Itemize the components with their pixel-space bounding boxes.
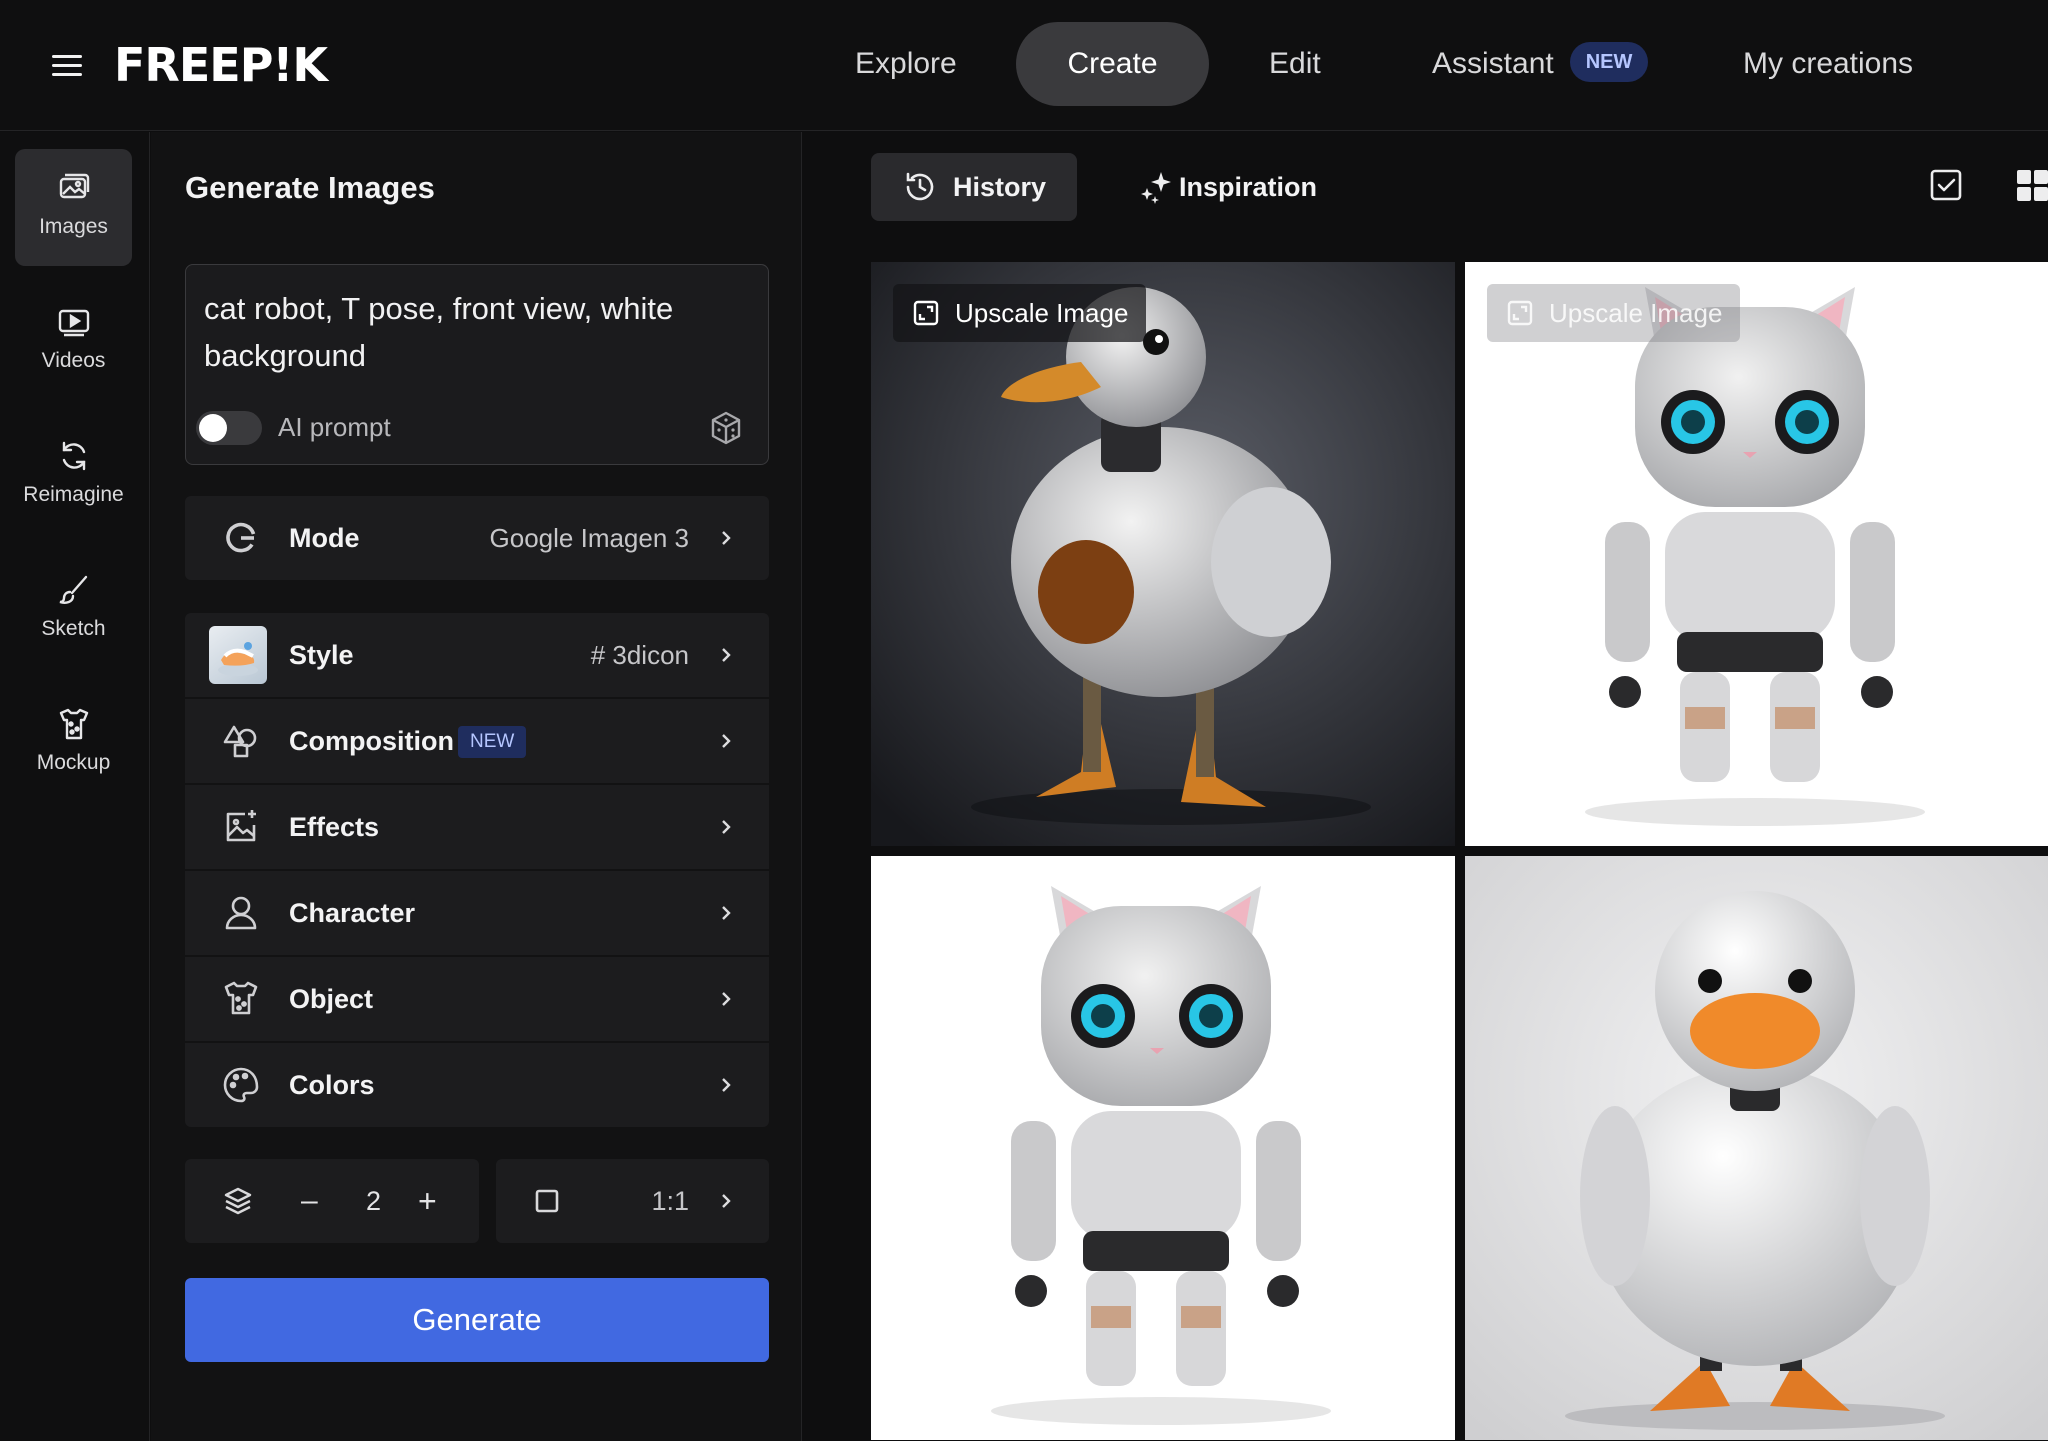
generate-button[interactable]: Generate xyxy=(185,1278,769,1362)
image-card[interactable] xyxy=(1465,856,2048,1440)
chevron-right-icon xyxy=(722,992,731,1006)
character-label: Character xyxy=(289,898,416,928)
expand-icon xyxy=(913,300,939,326)
upscale-image-button[interactable]: Upscale Image xyxy=(893,284,1147,342)
select-checkbox-icon[interactable] xyxy=(1929,168,1963,202)
composition-selector[interactable]: Composition NEW xyxy=(185,699,769,783)
square-icon xyxy=(535,1189,559,1213)
effects-label: Effects xyxy=(289,812,380,842)
chevron-right-icon xyxy=(722,648,731,662)
image-card[interactable]: Upscale Image xyxy=(871,262,1455,846)
colors-label: Colors xyxy=(289,1070,375,1100)
tab-history-label: History xyxy=(953,172,1047,202)
palette-icon xyxy=(223,1067,259,1103)
colors-selector[interactable]: Colors xyxy=(185,1043,769,1127)
prompt-box[interactable]: cat robot, T pose, front view, white bac… xyxy=(185,264,769,465)
object-label: Object xyxy=(289,984,374,1014)
quantity-value: 2 xyxy=(366,1186,382,1216)
chevron-right-icon xyxy=(722,906,731,920)
rail-label: Images xyxy=(39,215,108,238)
robot-duck-image xyxy=(871,262,1455,846)
sparkles-icon xyxy=(1141,172,1171,204)
grid-view-icon[interactable] xyxy=(2015,168,2048,202)
composition-label: Composition xyxy=(289,726,454,756)
chevron-right-icon xyxy=(722,734,731,748)
image-card[interactable]: Upscale Image xyxy=(1465,262,2048,846)
image-card[interactable] xyxy=(871,856,1455,1440)
cat-robot-image xyxy=(871,856,1455,1440)
style-thumbnail xyxy=(209,626,267,684)
rail-item-sketch[interactable]: Sketch xyxy=(15,551,132,668)
quantity-stepper: – 2 + xyxy=(185,1159,479,1243)
upscale-label: Upscale Image xyxy=(955,298,1129,328)
rail-item-mockup[interactable]: Mockup xyxy=(15,685,132,802)
shirt-icon xyxy=(224,981,258,1015)
dice-icon[interactable] xyxy=(708,410,744,446)
ai-prompt-toggle[interactable] xyxy=(196,411,262,445)
style-value: # 3dicon xyxy=(590,640,689,670)
menu-icon[interactable] xyxy=(52,55,82,77)
ai-prompt-label: AI prompt xyxy=(278,412,391,442)
chevron-right-icon xyxy=(722,1078,731,1092)
decrement-button[interactable]: – xyxy=(301,1159,318,1243)
expand-icon xyxy=(1507,300,1533,326)
chevron-right-icon xyxy=(722,531,731,545)
history-icon xyxy=(906,172,934,201)
mode-label: Mode xyxy=(289,523,360,553)
rail-label: Reimagine xyxy=(23,483,124,506)
nav-assistant-label: Assistant xyxy=(1432,47,1554,80)
increment-button[interactable]: + xyxy=(418,1159,437,1243)
mode-value: Google Imagen 3 xyxy=(489,523,689,553)
top-bar: FREEP!K Explore Create Edit Assistant NEW… xyxy=(0,0,2048,131)
generate-panel: Generate Images cat robot, T pose, front… xyxy=(151,132,802,1441)
images-icon xyxy=(59,173,89,199)
nav-create[interactable]: Create xyxy=(1016,22,1209,106)
freepik-logo[interactable]: FREEP!K xyxy=(114,36,328,94)
style-selector[interactable]: Style # 3dicon xyxy=(185,613,769,697)
aspect-ratio-value: 1:1 xyxy=(651,1186,689,1216)
rail-label: Sketch xyxy=(41,617,106,640)
tab-inspiration[interactable]: Inspiration xyxy=(1125,153,1317,221)
chevron-right-icon xyxy=(722,820,731,834)
tab-inspiration-label: Inspiration xyxy=(1179,172,1318,202)
mode-selector[interactable]: Mode Google Imagen 3 xyxy=(185,496,769,580)
upscale-label: Upscale Image xyxy=(1549,298,1723,328)
upscale-image-button[interactable]: Upscale Image xyxy=(1487,284,1741,342)
layers-icon xyxy=(224,1187,252,1215)
shapes-icon xyxy=(223,725,257,758)
character-selector[interactable]: Character xyxy=(185,871,769,955)
gallery: History Inspiration Upscale Image Upscal… xyxy=(803,132,2048,1441)
rail-label: Mockup xyxy=(36,751,111,774)
rail-item-reimagine[interactable]: Reimagine xyxy=(15,417,132,534)
refresh-icon xyxy=(62,441,85,471)
nav-explore[interactable]: Explore xyxy=(805,22,1007,106)
left-rail: Images Videos Reimagine Sketch Mockup xyxy=(0,132,150,1441)
aspect-ratio-selector[interactable]: 1:1 xyxy=(496,1159,769,1243)
google-icon xyxy=(226,522,256,553)
effects-selector[interactable]: Effects xyxy=(185,785,769,869)
cat-robot-image xyxy=(1465,262,2048,846)
nav-assistant[interactable]: Assistant NEW xyxy=(1382,22,1649,106)
video-icon xyxy=(58,309,89,337)
object-selector[interactable]: Object xyxy=(185,957,769,1041)
panel-title: Generate Images xyxy=(185,170,435,205)
toggle-knob xyxy=(199,414,227,442)
image-sparkle-icon xyxy=(226,810,256,842)
nav-edit[interactable]: Edit xyxy=(1219,22,1371,106)
tab-history[interactable]: History xyxy=(871,153,1077,221)
user-icon xyxy=(225,896,257,930)
rail-item-images[interactable]: Images xyxy=(15,149,132,266)
prompt-input[interactable]: cat robot, T pose, front view, white bac… xyxy=(204,285,724,379)
style-label: Style xyxy=(289,640,354,670)
robot-duck-image xyxy=(1465,856,2048,1440)
nav-my-creations[interactable]: My creations xyxy=(1693,22,1963,106)
brush-icon xyxy=(59,575,87,604)
chevron-right-icon xyxy=(722,1194,731,1208)
new-badge: NEW xyxy=(458,726,527,758)
mockup-icon xyxy=(59,708,88,740)
rail-item-videos[interactable]: Videos xyxy=(15,283,132,400)
rail-label: Videos xyxy=(41,349,106,372)
new-badge: NEW xyxy=(1569,42,1649,83)
